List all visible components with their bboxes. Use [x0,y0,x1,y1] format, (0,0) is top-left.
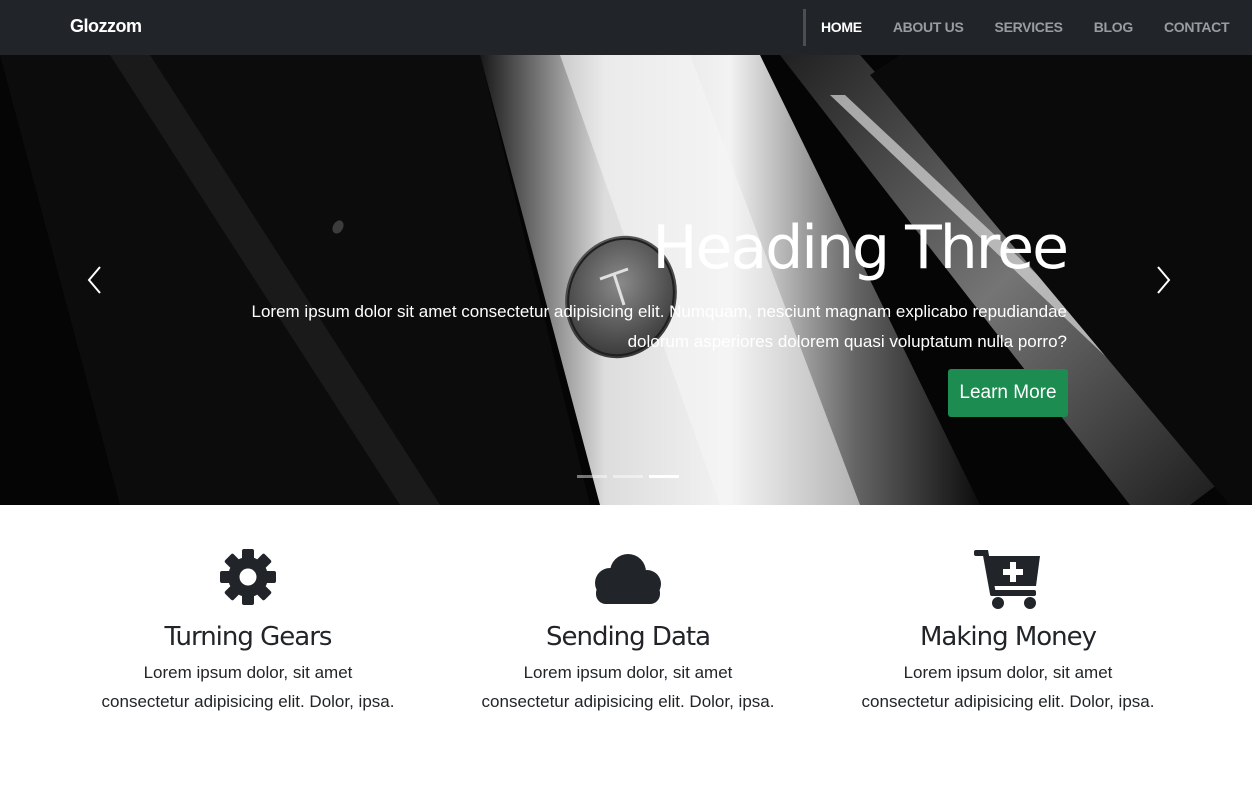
nav-item-contact[interactable]: CONTACT [1164,19,1230,37]
hero-heading: Heading Three [652,213,1069,283]
learn-more-button[interactable]: Learn More [948,369,1068,417]
cart-plus-icon [974,550,1040,609]
cloud-icon [595,554,661,604]
feature-card: Making Money Lorem ipsum dolor, sit amet… [818,548,1198,716]
feature-title: Sending Data [545,622,711,652]
feature-text: Lorem ipsum dolor, sit amet consectetur … [101,663,395,711]
carousel-indicator-2[interactable] [613,475,643,478]
carousel-next-button[interactable] [1148,263,1178,297]
nav-item-about-us[interactable]: ABOUT US [893,19,964,37]
feature-title: Turning Gears [164,622,333,652]
carousel-indicator-3[interactable] [649,475,679,478]
chevron-left-icon [87,266,101,294]
nav-divider [803,9,806,46]
carousel-indicators [577,475,679,478]
gear-icon [220,549,276,605]
nav-item-services[interactable]: SERVICES [995,19,1063,37]
brand-logo[interactable]: Glozzom [70,16,142,37]
nav-item-home[interactable]: HOME [821,19,862,37]
feature-text: Lorem ipsum dolor, sit amet consectetur … [481,663,775,711]
feature-title: Making Money [919,622,1097,652]
carousel-prev-button[interactable] [80,263,110,297]
carousel-indicator-1[interactable] [577,475,607,478]
features-section: Turning Gears Lorem ipsum dolor, sit ame… [58,548,1198,716]
navbar: Glozzom HOME ABOUT US SERVICES BLOG CONT… [0,0,1252,55]
nav-menu: HOME ABOUT US SERVICES BLOG CONTACT [821,19,1252,37]
feature-text: Lorem ipsum dolor, sit amet consectetur … [861,663,1155,711]
feature-card: Turning Gears Lorem ipsum dolor, sit ame… [58,548,438,716]
hero-carousel: Heading Three Lorem ipsum dolor sit amet… [0,55,1252,505]
hero-description: Lorem ipsum dolor sit amet consectetur a… [251,302,1067,351]
chevron-right-icon [1157,266,1171,294]
nav-item-blog[interactable]: BLOG [1094,19,1134,37]
feature-card: Sending Data Lorem ipsum dolor, sit amet… [438,548,818,716]
